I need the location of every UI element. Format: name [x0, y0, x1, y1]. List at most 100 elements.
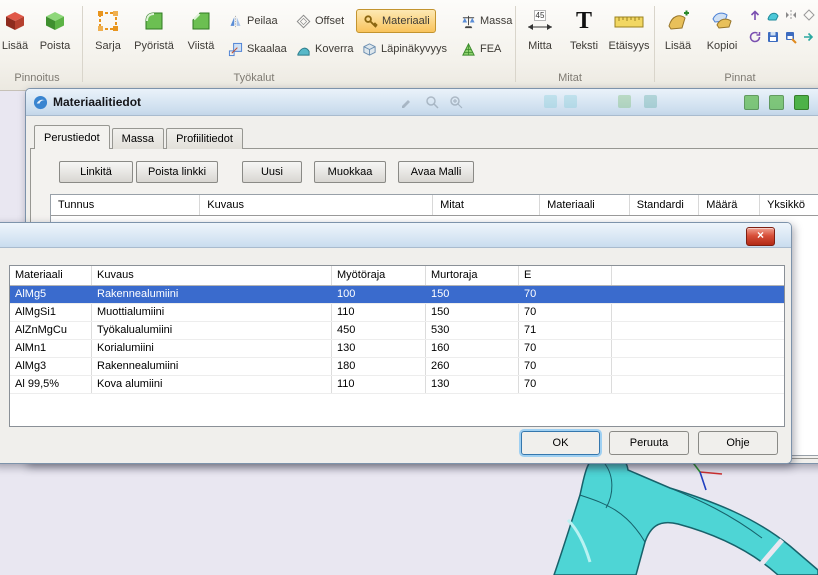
tab-massa[interactable]: Massa — [112, 128, 164, 149]
copy-surface-icon — [707, 6, 737, 36]
cell — [612, 286, 784, 303]
tab-perustiedot[interactable]: Perustiedot — [34, 125, 110, 149]
column-header-kuvaus[interactable]: Kuvaus — [200, 195, 433, 215]
edit-button[interactable]: Muokkaa — [314, 161, 386, 183]
material-row[interactable]: AlZnMgCu Työkalualumiini 450 530 71 — [10, 322, 784, 340]
remove-link-button[interactable]: Poista linkki — [136, 161, 218, 183]
help-button[interactable]: Ohje — [698, 431, 778, 455]
save-as-icon[interactable] — [784, 30, 798, 44]
ribbon-button-offset[interactable]: Offset — [290, 10, 349, 32]
close-button[interactable]: × — [746, 227, 775, 246]
ribbon-button-koverra[interactable]: Koverra — [290, 38, 359, 60]
tab-profiilitiedot[interactable]: Profiilitiedot — [166, 128, 243, 149]
ribbon-button-sarja[interactable]: Sarja — [86, 3, 130, 63]
cell: 150 — [426, 286, 519, 303]
ribbon-button-skaalaa[interactable]: Skaalaa — [222, 38, 292, 60]
ghost-toolbar-icon — [564, 95, 577, 108]
column-header-mitat[interactable]: Mitat — [433, 195, 540, 215]
ghost-toolbar-icon — [769, 95, 784, 110]
surface-flip-icon[interactable] — [784, 8, 798, 22]
add-coating-icon — [0, 6, 30, 36]
cell: 70 — [519, 286, 612, 303]
cell: AlMg3 — [10, 358, 92, 375]
column-header-maara[interactable]: Määrä — [699, 195, 760, 215]
ribbon-button-fea[interactable]: FEA — [455, 38, 506, 60]
cell: 450 — [332, 322, 426, 339]
new-button[interactable]: Uusi — [242, 161, 302, 183]
cell: Korialumiini — [92, 340, 332, 357]
surface-patch-icon[interactable] — [766, 8, 780, 22]
ribbon: Pinnoitus Työkalut Mitat Pinnat Lisää Po… — [0, 0, 818, 91]
hollow-icon — [295, 41, 311, 57]
mirror-icon — [227, 13, 243, 29]
ribbon-button-peilaa[interactable]: Peilaa — [222, 10, 283, 32]
save-icon[interactable] — [766, 30, 780, 44]
cell: 130 — [426, 376, 519, 393]
group-label-pinnoitus: Pinnoitus — [6, 72, 68, 84]
ribbon-button-viista[interactable]: Viistä — [180, 3, 222, 63]
magnifier-icon — [425, 95, 439, 109]
cancel-button[interactable]: Peruuta — [609, 431, 689, 455]
cell: AlMn1 — [10, 340, 92, 357]
column-header-kuvaus[interactable]: Kuvaus — [92, 266, 332, 285]
ribbon-button-teksti[interactable]: T Teksti — [564, 3, 604, 63]
cell: 260 — [426, 358, 519, 375]
ghost-toolbar-icon — [644, 95, 657, 108]
column-header-e[interactable]: E — [519, 266, 612, 285]
rotate-icon[interactable] — [748, 30, 762, 44]
material-row-selected[interactable]: AlMg5 Rakennealumiini 100 150 70 — [10, 286, 784, 304]
cell: 70 — [519, 376, 612, 393]
export-arrow-icon[interactable] — [802, 30, 816, 44]
ghost-toolbar-icon — [744, 95, 759, 110]
column-header-myotoraja[interactable]: Myötöraja — [332, 266, 426, 285]
ribbon-button-pyorista[interactable]: Pyöristä — [130, 3, 178, 63]
ribbon-button-materiaali[interactable]: Materiaali — [356, 9, 436, 33]
chamfer-icon — [186, 6, 216, 36]
cell: 110 — [332, 304, 426, 321]
material-row[interactable]: AlMg3 Rakennealumiini 180 260 70 — [10, 358, 784, 376]
ribbon-button-lapinakyvyys[interactable]: Läpinäkyvyys — [356, 38, 452, 60]
surface-up-icon[interactable] — [748, 8, 762, 22]
scale-icon — [227, 41, 243, 57]
ribbon-button-poista[interactable]: Poista — [32, 3, 78, 63]
column-header-yksikko[interactable]: Yksikkö — [760, 195, 818, 215]
column-header-tunnus[interactable]: Tunnus — [51, 195, 200, 215]
link-button[interactable]: Linkitä — [59, 161, 133, 183]
material-row[interactable]: AlMgSi1 Muottialumiini 110 150 70 — [10, 304, 784, 322]
cell — [612, 322, 784, 339]
open-model-button[interactable]: Avaa Malli — [398, 161, 474, 183]
surface-diamond-icon[interactable] — [802, 8, 816, 22]
app-icon — [33, 95, 48, 110]
cell: 71 — [519, 322, 612, 339]
cell: 70 — [519, 340, 612, 357]
picker-titlebar[interactable]: × — [0, 223, 791, 248]
close-icon: × — [757, 228, 764, 242]
ribbon-button-mitta[interactable]: 45 Mitta — [518, 3, 562, 63]
group-separator — [82, 6, 83, 82]
material-key-icon — [362, 13, 378, 29]
cell: Kova alumiini — [92, 376, 332, 393]
material-row[interactable]: AlMn1 Korialumiini 130 160 70 — [10, 340, 784, 358]
ok-button[interactable]: OK — [521, 431, 600, 455]
ribbon-button-kopioi[interactable]: Kopioi — [700, 3, 744, 63]
cell: Työkalualumiini — [92, 322, 332, 339]
material-table: Materiaali Kuvaus Myötöraja Murtoraja E … — [9, 265, 785, 427]
fea-mesh-icon — [460, 41, 476, 57]
materials-dialog-titlebar[interactable]: Materiaalitiedot — [26, 89, 818, 116]
cell: 130 — [332, 340, 426, 357]
column-header-standardi[interactable]: Standardi — [630, 195, 700, 215]
cell: Muottialumiini — [92, 304, 332, 321]
cad-model[interactable] — [510, 450, 818, 575]
fillet-icon — [139, 6, 169, 36]
column-header-materiaali[interactable]: Materiaali — [540, 195, 630, 215]
ribbon-button-massa[interactable]: Massa — [455, 10, 517, 32]
ribbon-button-lisaa-pinta[interactable]: Lisää — [658, 3, 698, 63]
cell — [612, 358, 784, 375]
cell — [612, 376, 784, 393]
material-row[interactable]: Al 99,5% Kova alumiini 110 130 70 — [10, 376, 784, 394]
column-header-materiaali[interactable]: Materiaali — [10, 266, 92, 285]
ghost-toolbar-icon — [618, 95, 631, 108]
ribbon-button-etaisyys[interactable]: Etäisyys — [606, 3, 652, 63]
column-header-murtoraja[interactable]: Murtoraja — [426, 266, 519, 285]
mass-scale-icon — [460, 13, 476, 29]
